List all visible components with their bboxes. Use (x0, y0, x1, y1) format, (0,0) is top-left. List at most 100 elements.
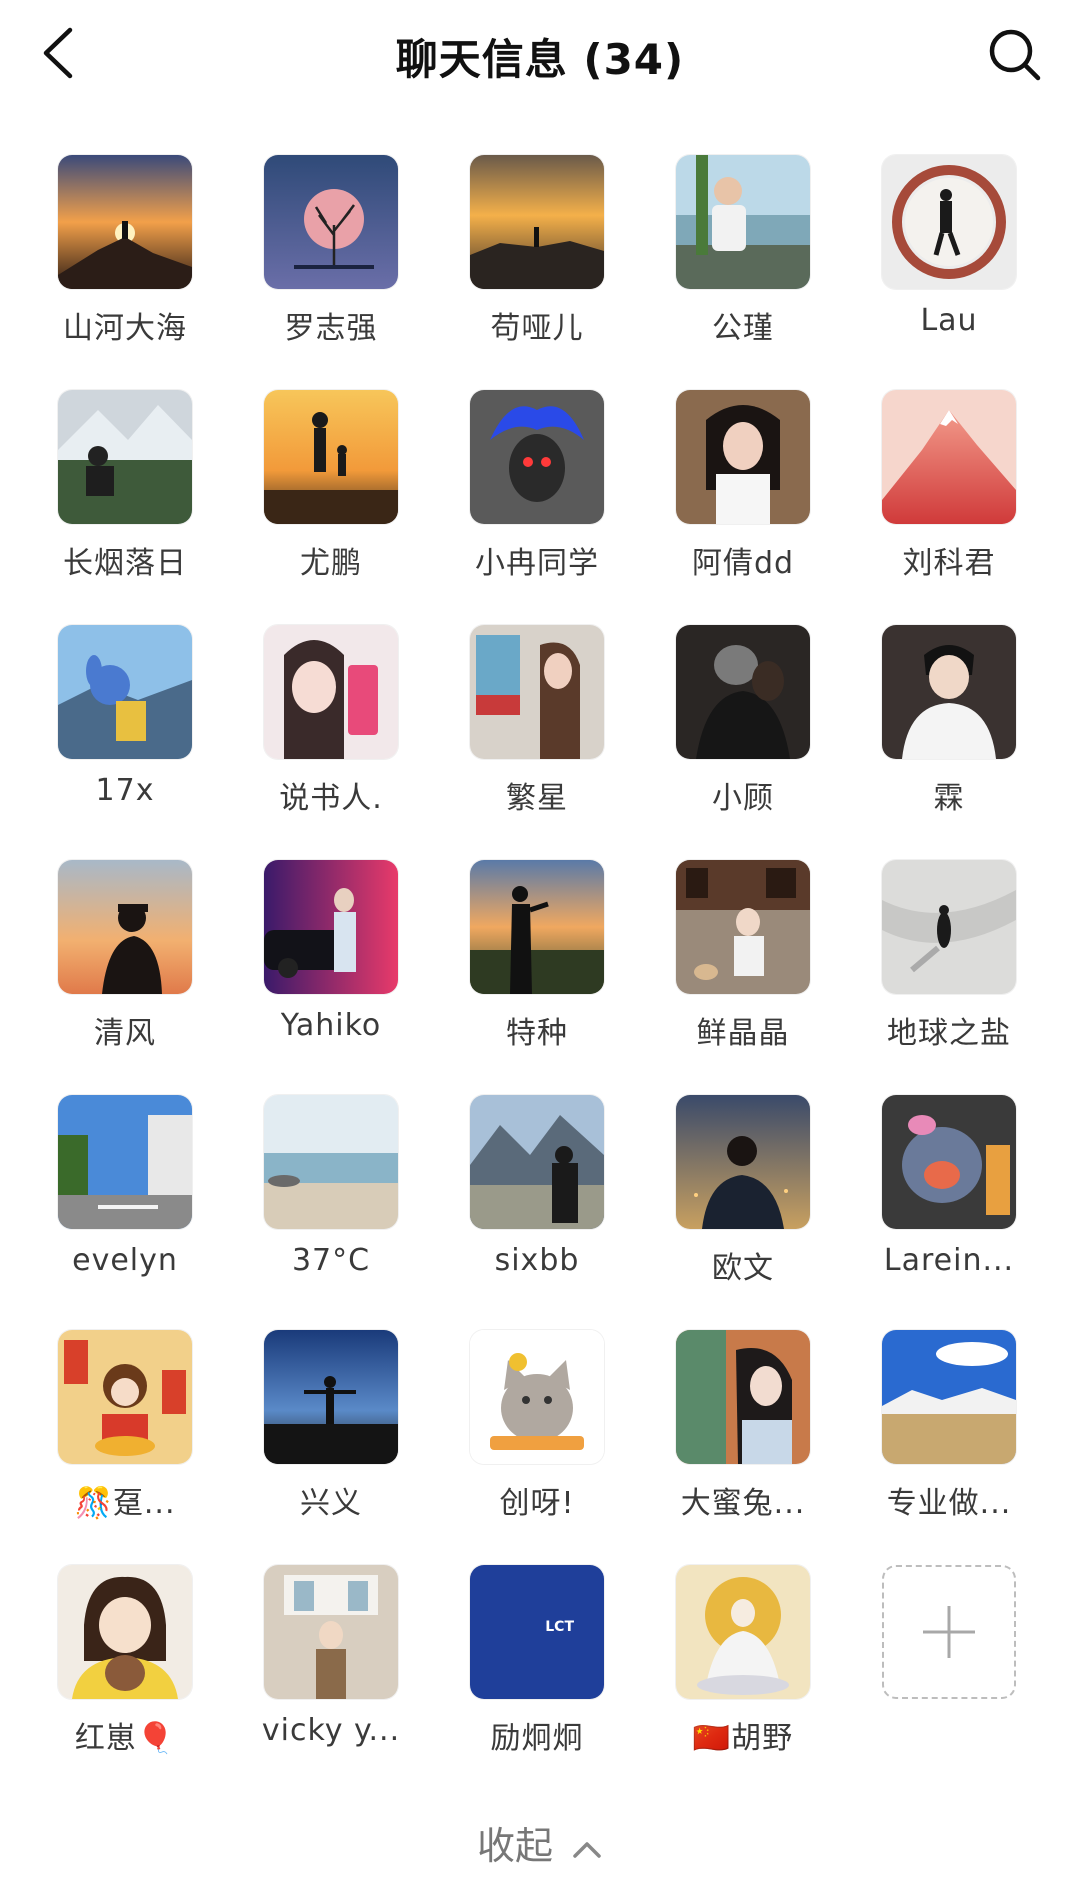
member-item[interactable]: evelyn (22, 1095, 228, 1330)
member-item[interactable]: 特种 (434, 860, 640, 1095)
member-item[interactable]: 🇨🇳胡野 (640, 1565, 846, 1800)
member-name: 创呀! (499, 1486, 575, 1521)
member-name: 阿倩dd (691, 546, 795, 581)
member-item[interactable]: 欧文 (640, 1095, 846, 1330)
member-name: 大蜜兔... (680, 1486, 806, 1521)
member-item[interactable]: LCT 励炯炯 (434, 1565, 640, 1800)
member-avatar (882, 625, 1016, 759)
member-name: 🇨🇳胡野 (692, 1721, 794, 1756)
member-item[interactable]: Yahiko (228, 860, 434, 1095)
member-item[interactable]: 鲜晶晶 (640, 860, 846, 1095)
member-name: 37°C (291, 1243, 371, 1278)
member-name: 欧文 (712, 1251, 774, 1286)
member-item[interactable]: 清风 (22, 860, 228, 1095)
member-name: 霖 (933, 781, 965, 816)
member-item[interactable]: 🎊趸... (22, 1330, 228, 1565)
member-item[interactable]: 小冉同学 (434, 390, 640, 625)
search-button[interactable] (984, 24, 1046, 86)
collapse-label: 收起 (476, 1824, 553, 1868)
member-avatar (58, 1330, 192, 1464)
member-item[interactable]: 刘科君 (846, 390, 1052, 625)
member-item[interactable]: 17x (22, 625, 228, 860)
member-name: 17x (95, 773, 155, 808)
member-item[interactable]: 尤鹏 (228, 390, 434, 625)
member-item[interactable]: sixbb (434, 1095, 640, 1330)
member-name: 繁星 (506, 781, 568, 816)
add-member-button[interactable] (846, 1565, 1052, 1800)
member-item[interactable]: 创呀! (434, 1330, 640, 1565)
member-avatar (264, 155, 398, 289)
member-item[interactable]: 红崽🎈 (22, 1565, 228, 1800)
member-avatar (264, 390, 398, 524)
plus-icon (923, 1606, 975, 1658)
member-avatar (882, 390, 1016, 524)
member-avatar (676, 155, 810, 289)
member-item[interactable]: 山河大海 (22, 155, 228, 390)
collapse-button[interactable]: 收起 (0, 1815, 1080, 1870)
member-name: 小冉同学 (475, 546, 599, 581)
member-avatar (882, 1330, 1016, 1464)
member-name: 刘科君 (902, 546, 996, 581)
member-avatar (882, 155, 1016, 289)
member-item[interactable]: 专业做... (846, 1330, 1052, 1565)
member-item[interactable]: 阿倩dd (640, 390, 846, 625)
member-avatar (470, 1330, 604, 1464)
member-item[interactable]: 繁星 (434, 625, 640, 860)
member-name: vicky y... (261, 1713, 401, 1748)
member-avatar (58, 625, 192, 759)
member-name: 小顾 (712, 781, 774, 816)
member-avatar (58, 860, 192, 994)
member-item[interactable]: 霖 (846, 625, 1052, 860)
header-bar: 聊天信息 (34) (0, 0, 1080, 110)
member-item[interactable]: 兴义 (228, 1330, 434, 1565)
add-member-tile[interactable] (882, 1565, 1016, 1699)
member-avatar (264, 1565, 398, 1699)
member-avatar (264, 1095, 398, 1229)
member-item[interactable]: 公瑾 (640, 155, 846, 390)
member-avatar (470, 155, 604, 289)
member-avatar (470, 860, 604, 994)
member-avatar (470, 625, 604, 759)
member-name: Larein... (883, 1243, 1015, 1278)
member-item[interactable]: 罗志强 (228, 155, 434, 390)
member-name: 公瑾 (712, 311, 774, 346)
member-avatar (676, 860, 810, 994)
member-name: 鲜晶晶 (696, 1016, 790, 1051)
member-item[interactable]: Lau (846, 155, 1052, 390)
chevron-up-icon (573, 1841, 601, 1858)
member-name: Yahiko (280, 1008, 382, 1043)
member-avatar (58, 1565, 192, 1699)
member-name: 尤鹏 (300, 546, 362, 581)
member-avatar (58, 1095, 192, 1229)
member-avatar (470, 1095, 604, 1229)
member-avatar: LCT (470, 1565, 604, 1699)
member-item[interactable]: 苟哑儿 (434, 155, 640, 390)
member-name: 特种 (506, 1016, 568, 1051)
member-avatar (676, 1095, 810, 1229)
member-item[interactable]: 长烟落日 (22, 390, 228, 625)
member-name: Lau (920, 303, 978, 338)
member-avatar (676, 1565, 810, 1699)
member-item[interactable]: 37°C (228, 1095, 434, 1330)
page-title: 聊天信息 (34) (395, 35, 685, 84)
member-grid: 山河大海 罗志强 苟哑儿 公瑾 Lau 长烟落日 尤鹏 小冉同学 阿倩dd 刘科… (22, 155, 1058, 1800)
member-item[interactable]: 地球之盐 (846, 860, 1052, 1095)
member-avatar (264, 860, 398, 994)
member-avatar (676, 390, 810, 524)
member-avatar (58, 155, 192, 289)
member-avatar (58, 390, 192, 524)
member-avatar (676, 1330, 810, 1464)
member-item[interactable]: Larein... (846, 1095, 1052, 1330)
member-name: 说书人. (279, 781, 383, 816)
member-item[interactable]: 大蜜兔... (640, 1330, 846, 1565)
member-name: 红崽🎈 (74, 1721, 176, 1756)
member-item[interactable]: 说书人. (228, 625, 434, 860)
member-item[interactable]: vicky y... (228, 1565, 434, 1800)
member-name: sixbb (494, 1243, 580, 1278)
member-avatar (264, 625, 398, 759)
member-avatar (676, 625, 810, 759)
member-name: 励炯炯 (490, 1721, 584, 1756)
member-name: 清风 (94, 1016, 156, 1051)
member-avatar (882, 860, 1016, 994)
member-item[interactable]: 小顾 (640, 625, 846, 860)
